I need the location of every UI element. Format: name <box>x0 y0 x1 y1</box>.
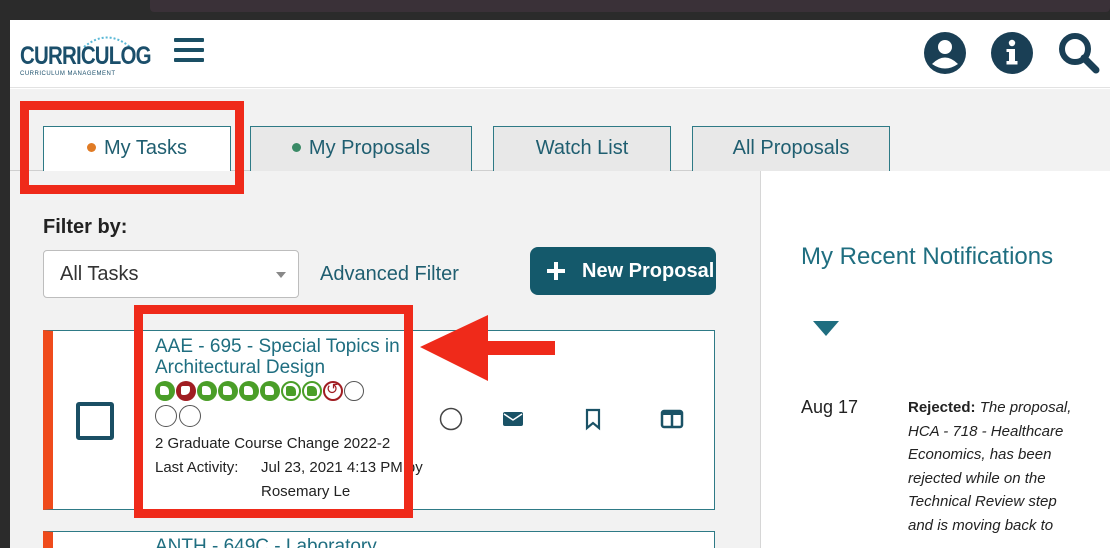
last-activity-user: Rosemary Le <box>261 483 351 500</box>
filter-selected-value: All Tasks <box>60 263 139 285</box>
filter-select[interactable]: All Tasks <box>43 250 299 298</box>
thumbs-up-icon <box>239 381 259 401</box>
tab-my-proposals[interactable]: My Proposals <box>250 126 472 171</box>
task-process: 2 Graduate Course Change 2022-2 <box>155 435 391 452</box>
status-circle-icon[interactable] <box>439 407 463 431</box>
bookmark-icon[interactable] <box>581 407 605 431</box>
tab-my-tasks[interactable]: My Tasks <box>43 126 231 172</box>
last-activity-label: Last Activity: <box>155 459 239 476</box>
app-header: CURRICULOG CURRICULUM MANAGEMENT <box>10 20 1110 88</box>
new-proposal-button[interactable]: New Proposal <box>530 247 716 295</box>
task-checkbox[interactable] <box>76 402 114 440</box>
pending-circle-icon <box>179 405 201 427</box>
plus-icon <box>547 262 565 280</box>
chevron-down-icon <box>276 272 286 278</box>
notifications-title: My Recent Notifications <box>801 243 1054 270</box>
notifications-panel: My Recent Notifications Aug 17 Rejected:… <box>760 171 1110 548</box>
tab-label: All Proposals <box>732 137 850 159</box>
last-activity-value: Jul 23, 2021 4:13 PM by <box>261 459 423 476</box>
thumbs-down-icon <box>176 381 196 401</box>
thumbs-up-icon <box>260 381 280 401</box>
tab-watch-list[interactable]: Watch List <box>493 126 671 171</box>
thumbs-up-icon <box>218 381 238 401</box>
notification-date: Aug 17 <box>801 397 859 417</box>
user-icon[interactable] <box>923 31 967 75</box>
notification-status: Rejected: <box>908 399 976 416</box>
caret-down-icon[interactable] <box>813 321 839 337</box>
advanced-filter-link[interactable]: Advanced Filter <box>320 263 459 286</box>
window-left-frame <box>0 0 10 548</box>
thumbs-up-icon <box>197 381 217 401</box>
vote-status-row <box>155 380 365 401</box>
notification-body: The proposal, HCA - 718 - Healthcare Eco… <box>908 399 1072 534</box>
notification-text: Rejected: The proposal, HCA - 718 - Heal… <box>908 396 1073 537</box>
pending-circle-icon <box>155 405 177 427</box>
search-icon[interactable] <box>1057 31 1101 75</box>
curriculog-logo[interactable]: CURRICULOG CURRICULUM MANAGEMENT <box>20 30 152 80</box>
new-proposal-label: New Proposal <box>582 260 715 282</box>
task-card[interactable]: AAE - 695 - Special Topics in Architectu… <box>43 330 715 510</box>
tab-label: My Proposals <box>308 137 431 159</box>
envelope-icon[interactable] <box>501 407 525 431</box>
thumbs-up-outline-icon <box>281 381 301 401</box>
pending-circle-icon <box>344 381 364 401</box>
task-card[interactable]: ANTH - 649C - Laboratory <box>43 531 715 548</box>
green-dot-icon <box>291 143 301 152</box>
thumbs-up-outline-icon <box>302 381 322 401</box>
task-title-link[interactable]: AAE - 695 - Special Topics in Architectu… <box>155 336 425 378</box>
logo-subtitle: CURRICULUM MANAGEMENT <box>20 71 116 77</box>
window-top-inner <box>150 0 1110 12</box>
tab-all-proposals[interactable]: All Proposals <box>692 126 890 171</box>
window-top-frame <box>0 0 1110 20</box>
orange-dot-icon <box>87 143 96 152</box>
tab-label: Watch List <box>535 137 629 159</box>
task-title-link[interactable]: ANTH - 649C - Laboratory <box>155 536 377 548</box>
thumbs-up-icon <box>155 381 175 401</box>
split-view-icon[interactable] <box>660 407 684 431</box>
filter-label: Filter by: <box>43 216 128 238</box>
pending-votes-row <box>155 405 203 427</box>
tab-label: My Tasks <box>104 137 187 159</box>
menu-icon[interactable] <box>174 38 204 64</box>
undo-icon <box>323 380 343 401</box>
logo-text: CURRICULOG <box>20 42 152 70</box>
info-icon[interactable] <box>990 31 1034 75</box>
